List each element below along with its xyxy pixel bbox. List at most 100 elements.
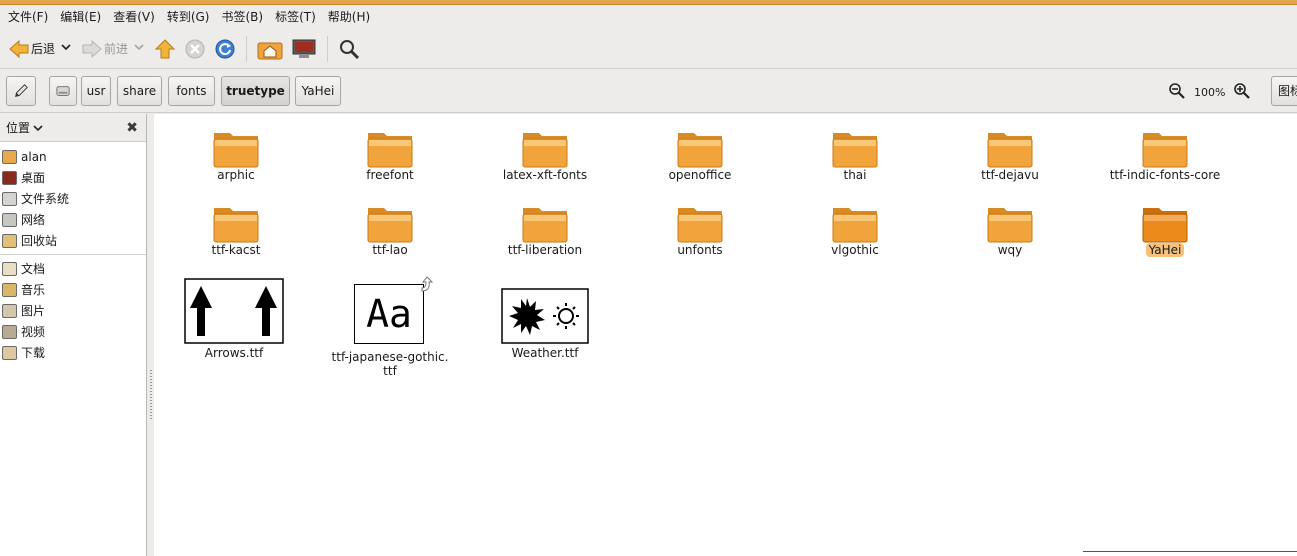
zoom-out-icon[interactable] — [1168, 82, 1186, 103]
breadcrumb-truetype[interactable]: truetype — [221, 76, 290, 106]
folder-icon — [213, 208, 259, 243]
reload-button[interactable] — [210, 33, 240, 65]
sidebar-header-label: 位置 — [6, 121, 31, 135]
breadcrumb-share[interactable]: share — [117, 76, 162, 106]
folder-item[interactable]: vlgothic — [785, 203, 925, 257]
symlink-emblem-icon — [421, 276, 434, 292]
folder-name: ttf-lao — [372, 243, 408, 257]
toggle-location-entry-button[interactable] — [6, 76, 36, 106]
file-name-line-2: ttf — [383, 364, 397, 378]
folder-item-selected[interactable]: YaHei — [1095, 203, 1235, 257]
folder-item[interactable]: openoffice — [630, 128, 770, 182]
menu-help[interactable]: 帮助(H) — [322, 7, 376, 27]
view-mode-select[interactable]: 图标 — [1271, 76, 1297, 106]
close-sidebar-icon[interactable]: ✖ — [126, 120, 138, 136]
file-icon-view: arphic freefont latex-xft-fonts openoffi… — [154, 114, 1297, 556]
folder-name: wqy — [997, 243, 1023, 257]
home-folder-icon — [257, 42, 283, 59]
font-file-item[interactable]: Arrows.ttf — [164, 278, 304, 360]
folder-name: vlgothic — [831, 243, 879, 257]
menu-bar: 文件(F) 编辑(E) 查看(V) 转到(G) 书签(B) 标签(T) 帮助(H… — [0, 5, 1297, 29]
menu-view[interactable]: 查看(V) — [107, 7, 161, 27]
sidebar-item-downloads[interactable]: 下载 — [0, 342, 146, 363]
back-button[interactable]: 后退 — [4, 33, 77, 65]
downloads-icon — [2, 345, 17, 360]
breadcrumb-fonts[interactable]: fonts — [168, 76, 215, 106]
menu-tabs[interactable]: 标签(T) — [269, 7, 322, 27]
folder-item[interactable]: ttf-lao — [320, 203, 460, 257]
stop-icon — [185, 39, 205, 58]
sidebar-item-music[interactable]: 音乐 — [0, 279, 146, 300]
folder-item[interactable]: freefont — [320, 128, 460, 182]
home-icon — [2, 149, 17, 164]
font-file-item[interactable]: Weather.ttf — [475, 278, 615, 360]
network-icon — [2, 212, 17, 227]
menu-file[interactable]: 文件(F) — [2, 7, 54, 27]
sidebar-item-label: 文档 — [21, 262, 46, 276]
resize-grip-icon — [150, 370, 152, 420]
trash-icon — [2, 233, 17, 248]
computer-button[interactable] — [287, 33, 321, 65]
forward-button[interactable]: 前进 — [77, 33, 150, 65]
folder-item[interactable]: wqy — [940, 203, 1080, 257]
sidebar-item-label: 视频 — [21, 325, 46, 339]
folder-icon — [1142, 208, 1188, 243]
folder-name: arphic — [217, 168, 255, 182]
sidebar-item-filesystem[interactable]: 文件系统 — [0, 188, 146, 209]
up-button[interactable] — [150, 33, 180, 65]
search-button[interactable] — [334, 33, 364, 65]
back-history-chevron-icon[interactable] — [61, 43, 73, 54]
folder-item[interactable]: unfonts — [630, 203, 770, 257]
sidebar-item-label: 网络 — [21, 213, 46, 227]
sidebar-item-desktop[interactable]: 桌面 — [0, 167, 146, 188]
back-label: 后退 — [31, 42, 56, 56]
stop-button[interactable] — [180, 33, 210, 65]
places-sidebar: 位置 ✖ alan 桌面 文件系统 网络 回收站 文档 音乐 图片 视频 下载 — [0, 114, 147, 556]
sidebar-item-label: 音乐 — [21, 283, 46, 297]
chevron-down-icon — [33, 124, 43, 131]
desktop-icon — [2, 170, 17, 185]
folder-icon — [522, 133, 568, 168]
folder-item[interactable]: thai — [785, 128, 925, 182]
folder-item[interactable]: ttf-liberation — [475, 203, 615, 257]
sidebar-item-network[interactable]: 网络 — [0, 209, 146, 230]
breadcrumb-yahei[interactable]: YaHei — [295, 76, 341, 106]
folder-icon — [213, 133, 259, 168]
sidebar-item-pictures[interactable]: 图片 — [0, 300, 146, 321]
breadcrumb-usr[interactable]: usr — [81, 76, 111, 106]
folder-icon — [987, 208, 1033, 243]
videos-icon — [2, 324, 17, 339]
font-file-item[interactable]: Aa ttf-japanese-gothic. ttf — [320, 276, 460, 378]
filesystem-icon — [2, 191, 17, 206]
sidebar-item-label: alan — [21, 149, 47, 164]
sidebar-item-videos[interactable]: 视频 — [0, 321, 146, 342]
sidebar-item-label: 图片 — [21, 304, 46, 318]
folder-name: ttf-dejavu — [981, 168, 1039, 182]
zoom-in-icon[interactable] — [1233, 82, 1251, 103]
folder-name: ttf-indic-fonts-core — [1109, 168, 1221, 182]
menu-go[interactable]: 转到(G) — [161, 7, 216, 27]
forward-history-chevron-icon[interactable] — [134, 43, 146, 54]
sidebar-item-home[interactable]: alan — [0, 146, 146, 167]
sidebar-item-trash[interactable]: 回收站 — [0, 230, 146, 251]
folder-item[interactable]: ttf-indic-fonts-core — [1095, 128, 1235, 182]
home-button[interactable] — [253, 33, 287, 65]
font-preview-arrows-icon — [184, 278, 284, 344]
location-bar: usr share fonts truetype YaHei 100% 图标 — [0, 70, 1297, 113]
sidebar-item-label: 文件系统 — [21, 192, 70, 206]
sidebar-type-select[interactable]: 位置 — [6, 119, 44, 136]
folder-item[interactable]: arphic — [166, 128, 306, 182]
folder-name: unfonts — [677, 243, 723, 257]
folder-item[interactable]: latex-xft-fonts — [475, 128, 615, 182]
forward-label: 前进 — [104, 42, 129, 56]
breadcrumb-root[interactable] — [49, 76, 77, 106]
menu-edit[interactable]: 编辑(E) — [54, 7, 107, 27]
folder-item[interactable]: ttf-kacst — [166, 203, 306, 257]
zoom-level[interactable]: 100% — [1194, 86, 1225, 99]
sidebar-item-documents[interactable]: 文档 — [0, 258, 146, 279]
folder-name: openoffice — [668, 168, 732, 182]
menu-bookmarks[interactable]: 书签(B) — [215, 7, 269, 27]
folder-item[interactable]: ttf-dejavu — [940, 128, 1080, 182]
font-preview-weather-icon — [501, 288, 589, 344]
folder-name: freefont — [366, 168, 414, 182]
